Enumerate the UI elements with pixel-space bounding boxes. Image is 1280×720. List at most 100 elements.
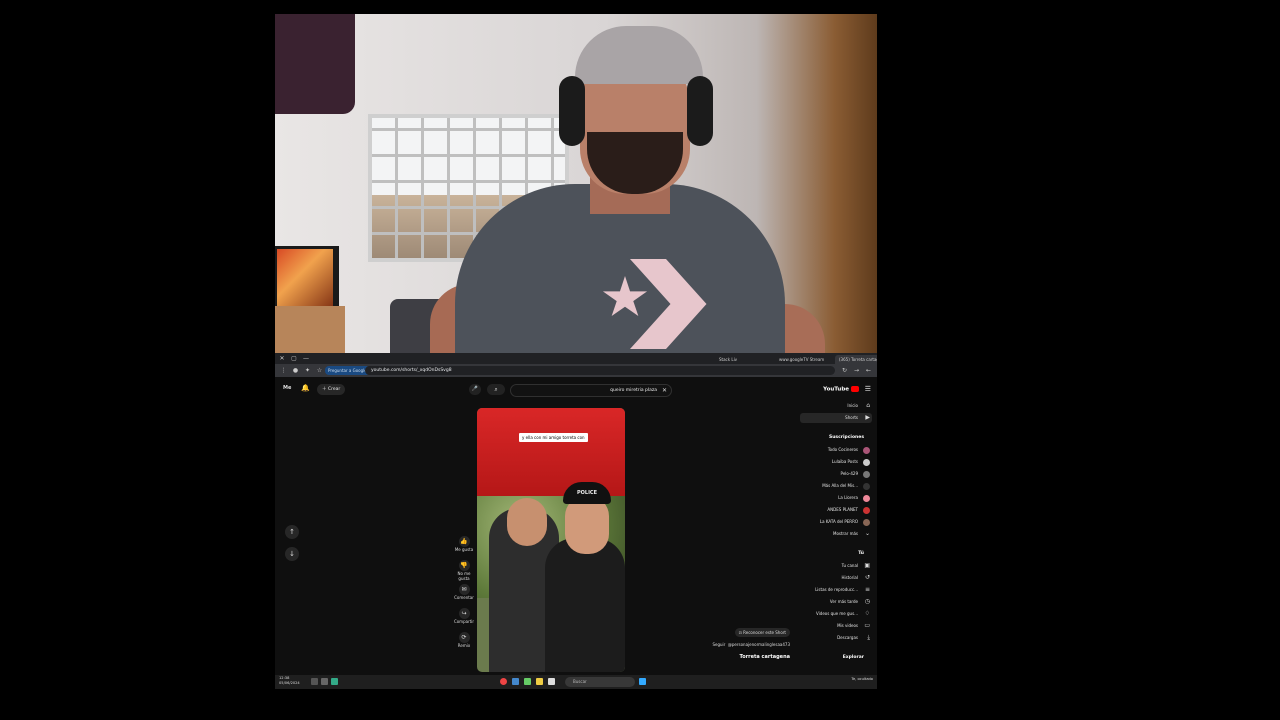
webcam-feed	[275, 14, 877, 353]
youtube-logo[interactable]: YouTube	[823, 386, 859, 393]
sidebar-item-home[interactable]: Inicio ⌂	[800, 401, 872, 411]
profile-icon[interactable]: ●	[291, 366, 300, 375]
app-icon[interactable]	[548, 678, 555, 685]
you-header[interactable]: Tú	[800, 549, 872, 559]
related-button[interactable]: ⊡ Reconocer este Short	[734, 628, 790, 637]
subscriptions-header[interactable]: Suscripciones	[800, 433, 872, 443]
extensions-icon[interactable]: ✦	[303, 366, 312, 375]
action-label: Remix	[457, 643, 471, 648]
app-icon[interactable]	[512, 678, 519, 685]
minimize-icon[interactable]: —	[301, 354, 311, 363]
sidebar-item-label: La Llorera	[838, 495, 858, 500]
stream-frame: ✕ ▢ — Stack Liv www.googleTV Stream (365…	[275, 14, 877, 689]
close-window-icon[interactable]: ✕	[277, 354, 287, 363]
channel-handle: @personaje​normalinglesaa473	[727, 642, 790, 647]
shorts-icon: ▶	[865, 414, 870, 421]
short-title: Torreta cartagena	[739, 654, 790, 660]
sidebar-item-label: Mostrar más	[833, 531, 858, 536]
video-caption: y ella con mi amigo torreta con	[519, 433, 588, 442]
sidebar-sub-item[interactable]: Lulaiba Posts	[800, 457, 872, 467]
maximize-icon[interactable]: ▢	[289, 354, 299, 363]
comment-icon: ✉	[458, 584, 470, 595]
account-avatar[interactable]: Me	[283, 385, 291, 391]
bookmark-star-icon[interactable]: ☆	[315, 366, 324, 375]
sidebar-sub-item[interactable]: La KATA del PERRO	[800, 517, 872, 527]
forward-icon[interactable]: →	[852, 366, 861, 375]
channel-line[interactable]: Seguir @personaje​normalinglesaa473	[712, 642, 790, 647]
remix-button[interactable]: ⟳ Remix	[453, 632, 475, 648]
clear-search-icon[interactable]: ✕	[662, 385, 667, 396]
tray-icon[interactable]	[311, 678, 318, 685]
subscribe-button[interactable]: Seguir	[712, 642, 725, 647]
chevron-down-icon: ⌄	[864, 530, 870, 537]
ask-google-button[interactable]: Preguntar a Google	[325, 366, 370, 375]
tab-youtube[interactable]: (365) Torreta cartagena	[835, 355, 877, 364]
home-icon: ⌂	[866, 402, 870, 409]
sidebar-item-label: Videos que me gus...	[816, 611, 858, 616]
tray-icon[interactable]	[321, 678, 328, 685]
folder-icon[interactable]	[536, 678, 543, 685]
windows-start-icon[interactable]	[639, 678, 646, 685]
address-bar: ⋮ ● ✦ ☆ Preguntar a Google youtube.com/s…	[275, 364, 877, 377]
video-roof	[477, 408, 625, 496]
sidebar-item-my-videos[interactable]: Mis videos ▭	[800, 621, 872, 631]
sidebar-sub-item[interactable]: La Llorera	[800, 493, 872, 503]
search-input[interactable]: ✕ queiro miretria plaza	[510, 384, 672, 397]
reload-icon[interactable]: ↻	[840, 366, 849, 375]
back-icon[interactable]: ←	[864, 366, 873, 375]
logo-text: YouTube	[823, 386, 849, 393]
clock[interactable]: 12:38 05/06/2024	[279, 676, 300, 686]
tray-icon[interactable]	[331, 678, 338, 685]
notifications-icon[interactable]: 🔔	[301, 384, 310, 392]
sidebar-item-channel[interactable]: Tu canal ▣	[800, 561, 872, 571]
sidebar-sub-item[interactable]: ANDES PLANET	[800, 505, 872, 515]
sidebar-item-downloads[interactable]: Descargas ⤓	[800, 633, 872, 643]
sidebar-item-label: Historial	[841, 575, 858, 580]
search-button[interactable]: ⌕	[487, 384, 505, 395]
short-video-player[interactable]: POLICE y ella con mi amigo torreta con	[477, 408, 625, 672]
next-short-icon[interactable]: ↓	[285, 547, 299, 561]
taskbar: 12:38 05/06/2024 Buscar Te, ocultado	[275, 675, 877, 689]
show-more-subs[interactable]: Mostrar más ⌄	[800, 529, 872, 539]
sidebar-item-liked[interactable]: Videos que me gus... ♢	[800, 609, 872, 619]
playlist-icon: ≡	[864, 586, 870, 593]
hamburger-menu-icon[interactable]: ☰	[865, 385, 871, 393]
sidebar-item-label: Tu canal	[841, 563, 858, 568]
comment-button[interactable]: ✉ Comentar	[453, 584, 475, 600]
tab-stack[interactable]: Stack Liv	[715, 355, 741, 364]
search-query: queiro miretria plaza	[610, 388, 657, 393]
taskbar-search[interactable]: Buscar	[565, 677, 635, 687]
headphones-icon	[559, 76, 585, 146]
sidebar-item-label: Pelo-429	[840, 471, 858, 476]
dislike-icon: 👎	[458, 560, 470, 571]
sidebar-item-label: Todo Cocineros	[827, 447, 858, 452]
like-button[interactable]: 👍 Me gusta	[453, 536, 475, 552]
app-icon[interactable]	[500, 678, 507, 685]
share-button[interactable]: ↪ Compartir	[453, 608, 475, 624]
sidebar-item-watch-later[interactable]: Ver más tarde ◷	[800, 597, 872, 607]
remix-icon: ⟳	[458, 632, 470, 643]
sidebar-item-label: Ver más tarde	[829, 599, 858, 604]
app-icon[interactable]	[524, 678, 531, 685]
sidebar-item-label: Shorts	[845, 415, 858, 420]
sidebar-item-shorts[interactable]: Shorts ▶	[800, 413, 872, 423]
dislike-button[interactable]: 👎 No me gusta	[453, 560, 475, 581]
user-info: Te, ocultado	[851, 677, 873, 681]
sidebar-sub-item[interactable]: Más Alla del Mis...	[800, 481, 872, 491]
sidebar-item-playlists[interactable]: Listas de reproducc... ≡	[800, 585, 872, 595]
menu-dots-icon[interactable]: ⋮	[279, 366, 288, 375]
video-person	[545, 538, 625, 672]
create-button[interactable]: ＋ Crear	[317, 384, 346, 395]
action-label: No me gusta	[457, 571, 471, 581]
previous-short-icon[interactable]: ↑	[285, 525, 299, 539]
channel-avatar-icon	[863, 446, 870, 454]
omnibox[interactable]: youtube.com/shorts/_xqdOnDsSvg8	[365, 366, 835, 375]
sidebar-sub-item[interactable]: Pelo-429	[800, 469, 872, 479]
sidebar-item-history[interactable]: Historial ↺	[800, 573, 872, 583]
voice-search-icon[interactable]: 🎤	[469, 384, 481, 395]
police-cap: POLICE	[563, 482, 611, 504]
sidebar-sub-item[interactable]: Todo Cocineros	[800, 445, 872, 455]
clock-date: 05/06/2024	[279, 681, 300, 685]
create-label: Crear	[327, 387, 341, 392]
tab-stream[interactable]: www.googleTV Stream	[775, 355, 828, 364]
